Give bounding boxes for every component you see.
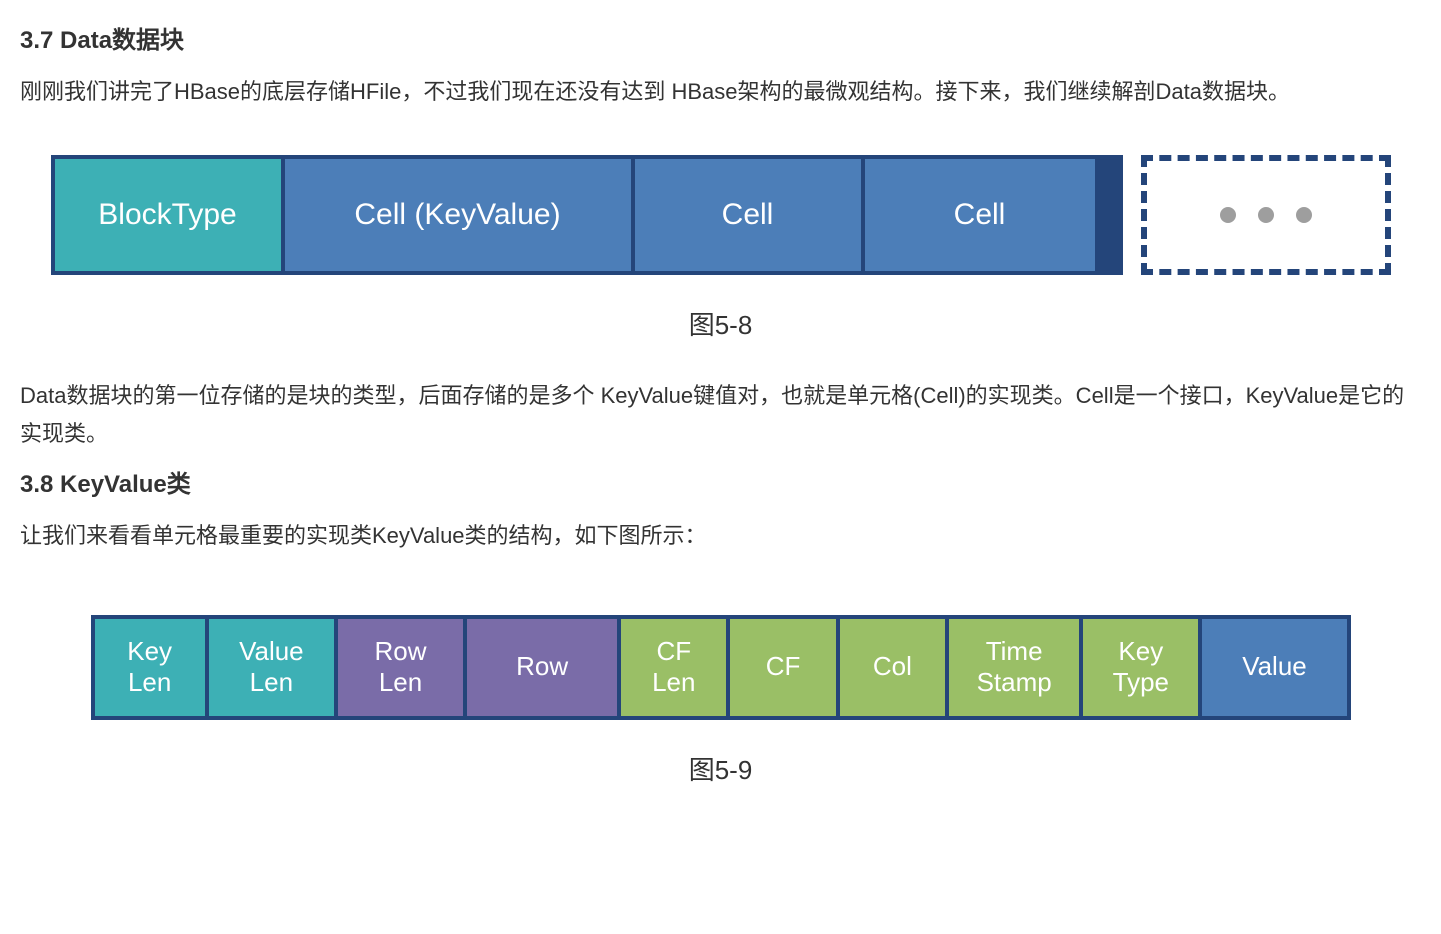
- fig58-cell-2: Cell: [635, 159, 865, 271]
- fig59-value: Value: [1202, 619, 1346, 716]
- fig59-key-type: KeyType: [1083, 619, 1202, 716]
- fig59-row: Row: [467, 619, 621, 716]
- fig58-blocktype: BlockType: [55, 159, 285, 271]
- figure-5-9-caption: 图5-9: [20, 750, 1421, 787]
- figure-5-8-strip: BlockType Cell (KeyValue) Cell Cell: [51, 155, 1123, 275]
- fig59-row-len: RowLen: [338, 619, 467, 716]
- fig58-cell-keyvalue: Cell (KeyValue): [285, 159, 635, 271]
- fig59-cf: CF: [730, 619, 839, 716]
- ellipsis-dot-icon: [1258, 207, 1274, 223]
- fig58-cell-3: Cell: [865, 159, 1095, 271]
- heading-keyvalue-class: 3.8 KeyValue类: [20, 464, 1421, 499]
- figure-5-9: KeyLen ValueLen RowLen Row CFLen CF Col …: [91, 615, 1351, 720]
- fig58-ellipsis-box: [1141, 155, 1391, 275]
- fig59-cf-len: CFLen: [621, 619, 730, 716]
- fig59-col: Col: [840, 619, 949, 716]
- ellipsis-dot-icon: [1296, 207, 1312, 223]
- fig59-value-len: ValueLen: [209, 619, 338, 716]
- ellipsis-dot-icon: [1220, 207, 1236, 223]
- figure-5-8: BlockType Cell (KeyValue) Cell Cell: [51, 155, 1391, 275]
- heading-data-block: 3.7 Data数据块: [20, 20, 1421, 55]
- fig59-time-stamp: TimeStamp: [949, 619, 1083, 716]
- paragraph-intro-data-block: 刚刚我们讲完了HBase的底层存储HFile，不过我们现在还没有达到 HBase…: [20, 73, 1421, 110]
- figure-5-8-caption: 图5-8: [20, 305, 1421, 342]
- fig59-key-len: KeyLen: [95, 619, 209, 716]
- paragraph-data-block-desc: Data数据块的第一位存储的是块的类型，后面存储的是多个 KeyValue键值对…: [20, 377, 1421, 452]
- paragraph-keyvalue-intro: 让我们来看看单元格最重要的实现类KeyValue类的结构，如下图所示：: [20, 517, 1421, 554]
